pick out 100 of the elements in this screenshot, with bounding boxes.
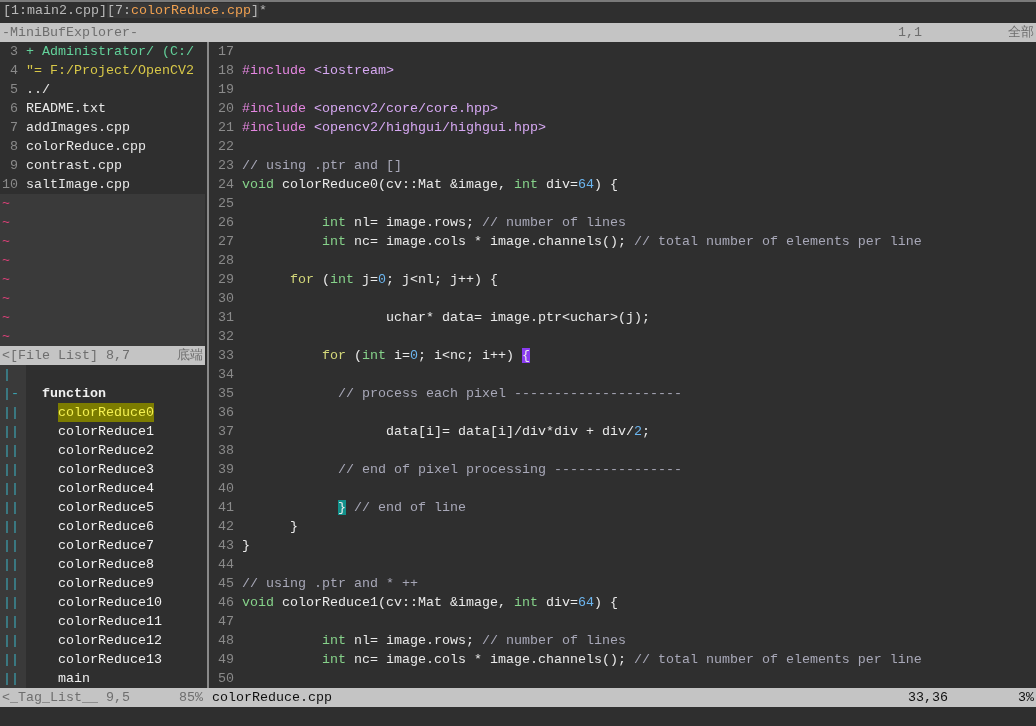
modified-mark: * <box>258 3 267 18</box>
tag-item[interactable]: main <box>58 669 90 688</box>
fold-marker: || <box>2 594 20 612</box>
fold-marker: || <box>2 499 20 517</box>
tag-item[interactable]: colorReduce2 <box>58 441 154 460</box>
line-number: 28 <box>218 252 235 270</box>
line-number: 17 <box>218 43 235 61</box>
file-entry[interactable]: ../ <box>26 80 50 99</box>
tag-item[interactable]: colorReduce9 <box>58 574 154 593</box>
code-line: int nc= image.cols * image.channels(); // total number of elements per line <box>321 651 922 669</box>
code-line: void colorReduce1(cv::Mat &image, int div=64) { <box>242 594 618 612</box>
code-line: // using .ptr and [] <box>242 157 402 175</box>
buffer-tab[interactable]: [7:colorReduce.cpp] <box>107 3 259 18</box>
tag-item[interactable]: colorReduce5 <box>58 498 154 517</box>
scroll-position: 全部 <box>1008 24 1035 42</box>
scroll-position: 底端 <box>177 347 204 365</box>
file-entry[interactable]: addImages.cpp <box>26 118 130 137</box>
code-line: #include <opencv2/highgui/highgui.hpp> <box>242 119 546 137</box>
line-number: 43 <box>218 537 235 555</box>
tag-item[interactable]: colorReduce8 <box>58 555 154 574</box>
line-number: 6 <box>9 100 19 118</box>
code-line: // end of pixel processing ---------------- <box>337 461 682 479</box>
file-entry[interactable]: "= F:/Project/OpenCV2 <box>26 61 194 80</box>
status-filename: colorReduce.cpp <box>212 689 333 707</box>
tag-item[interactable]: colorReduce10 <box>58 593 162 612</box>
line-number: 26 <box>218 214 235 232</box>
line-number: 3 <box>9 43 19 61</box>
tag-item[interactable]: colorReduce3 <box>58 460 154 479</box>
cursor-position: 33,36 <box>908 689 949 707</box>
line-number: 49 <box>218 651 235 669</box>
tilde-marker: ~ <box>1 252 10 270</box>
code-line: data[i]= data[i]/div*div + div/2; <box>384 423 650 441</box>
line-number: 10 <box>1 176 19 194</box>
status-filename: <_Tag_List__ <box>2 690 98 705</box>
line-number: 36 <box>218 404 235 422</box>
line-number: 45 <box>218 575 235 593</box>
file-entry[interactable]: + Administrator/ (C:/ <box>26 42 194 61</box>
tag-group[interactable]: function <box>42 384 106 403</box>
line-number: 48 <box>218 632 235 650</box>
line-number: 31 <box>218 309 235 327</box>
code-line: #include <iostream> <box>242 62 394 80</box>
fold-marker: || <box>2 556 20 574</box>
tilde-marker: ~ <box>1 214 10 232</box>
line-number: 42 <box>218 518 235 536</box>
fold-marker: || <box>2 461 20 479</box>
fold-marker: |- <box>2 385 20 403</box>
cursor-position: 1,1 <box>898 24 923 42</box>
line-number: 8 <box>9 138 19 156</box>
line-number: 46 <box>218 594 235 612</box>
line-number: 19 <box>218 81 235 99</box>
cursor-position: 9,5 <box>106 690 130 705</box>
file-entry[interactable]: README.txt <box>26 99 106 118</box>
tag-item[interactable]: colorReduce6 <box>58 517 154 536</box>
fold-marker: || <box>2 632 20 650</box>
line-number: 41 <box>218 499 235 517</box>
line-number: 9 <box>9 157 19 175</box>
line-number: 22 <box>218 138 235 156</box>
tag-item[interactable]: colorReduce1 <box>58 422 154 441</box>
fold-marker: || <box>2 518 20 536</box>
tag-item[interactable]: colorReduce0 <box>58 403 154 422</box>
line-number: 30 <box>218 290 235 308</box>
buffer-tab[interactable]: [1:main2.cpp] <box>3 3 107 18</box>
tag-item[interactable]: colorReduce13 <box>58 650 162 669</box>
fold-marker: || <box>2 537 20 555</box>
tag-item[interactable]: colorReduce7 <box>58 536 154 555</box>
code-line: // using .ptr and * ++ <box>242 575 418 593</box>
tag-item[interactable]: colorReduce4 <box>58 479 154 498</box>
code-line: int nc= image.cols * image.channels(); // total number of elements per line <box>321 233 922 251</box>
fold-marker: || <box>2 442 20 460</box>
tag-item[interactable]: colorReduce11 <box>58 612 162 631</box>
tilde-marker: ~ <box>1 290 10 308</box>
file-entry[interactable]: saltImage.cpp <box>26 175 130 194</box>
tilde-marker: ~ <box>1 328 10 346</box>
line-number: 18 <box>218 62 235 80</box>
line-number: 50 <box>218 670 235 688</box>
tag-item[interactable]: colorReduce12 <box>58 631 162 650</box>
code-line: for (int j=0; j<nl; j++) { <box>289 271 498 289</box>
code-line: // process each pixel --------------------- <box>337 385 682 403</box>
line-number: 34 <box>218 366 235 384</box>
fold-marker: || <box>2 423 20 441</box>
code-line: } <box>289 518 298 536</box>
fold-marker: | <box>2 366 12 384</box>
tilde-marker: ~ <box>1 233 10 251</box>
code-line: #include <opencv2/core/core.hpp> <box>242 100 498 118</box>
file-entry[interactable]: contrast.cpp <box>26 156 122 175</box>
line-number: 29 <box>218 271 235 289</box>
line-number: 44 <box>218 556 235 574</box>
line-number: 23 <box>218 157 235 175</box>
line-number: 32 <box>218 328 235 346</box>
scroll-position: 85% <box>179 689 204 707</box>
line-number: 7 <box>9 119 19 137</box>
line-number: 33 <box>218 347 235 365</box>
fold-marker: || <box>2 651 20 669</box>
code-line: void colorReduce0(cv::Mat &image, int div=64) { <box>242 176 618 194</box>
line-number: 47 <box>218 613 235 631</box>
code-line: int nl= image.rows; // number of lines <box>321 214 626 232</box>
file-entry[interactable]: colorReduce.cpp <box>26 137 146 156</box>
line-number: 35 <box>218 385 235 403</box>
fold-marker: || <box>2 575 20 593</box>
fold-marker: || <box>2 613 20 631</box>
